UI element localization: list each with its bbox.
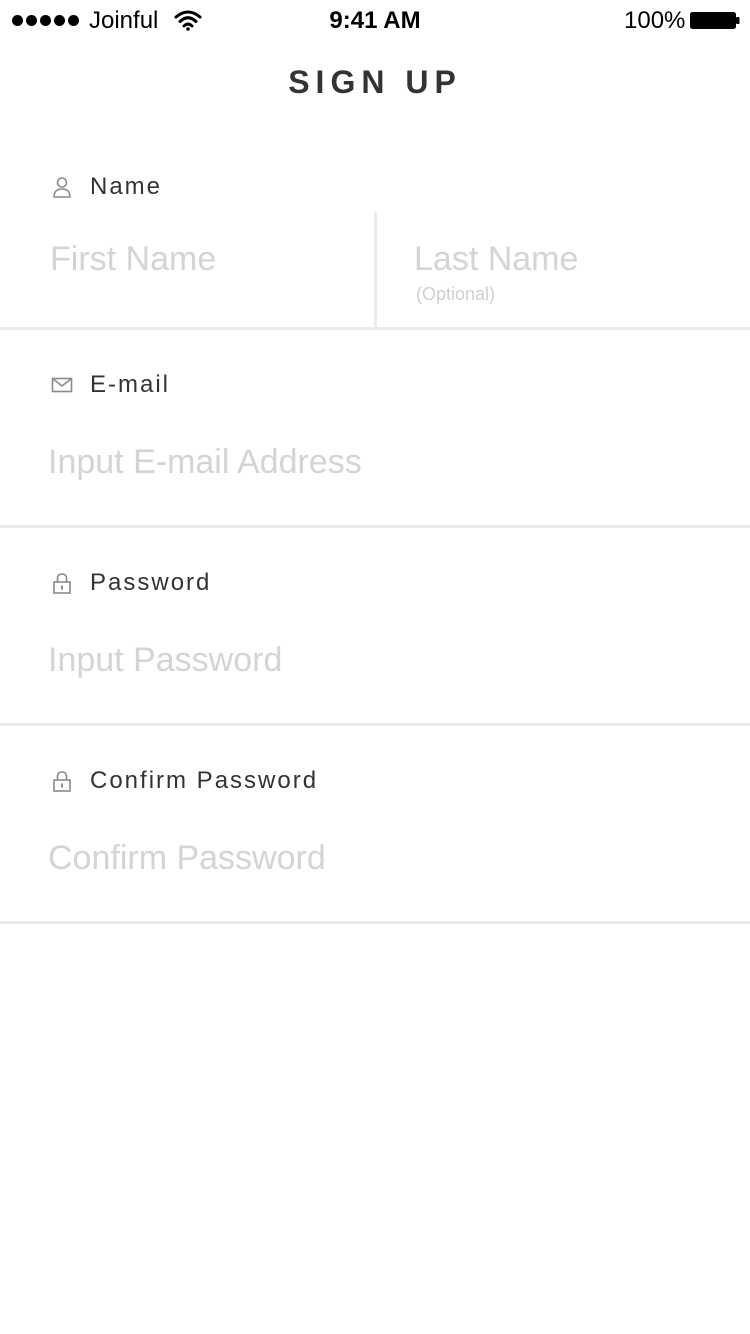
confirm-password-label: Confirm Password [90, 767, 319, 794]
password-section: Password [0, 568, 750, 726]
email-label-row: E-mail [50, 370, 170, 400]
battery-percentage: 100% [624, 7, 686, 34]
last-name-optional-hint: (Optional) [416, 284, 496, 304]
email-label: E-mail [90, 371, 171, 398]
lock-icon [53, 573, 71, 594]
lock-icon [53, 771, 71, 792]
page-title: SIGN UP [288, 64, 462, 100]
envelope-icon [51, 377, 73, 393]
name-label-row: Name [50, 172, 162, 202]
password-label-row: Password [50, 568, 211, 598]
password-label: Password [90, 569, 212, 596]
name-column-divider [374, 212, 377, 327]
name-label: Name [90, 173, 163, 200]
confirm-password-label-row: Confirm Password [50, 766, 318, 796]
confirm-password-section: Confirm Password [0, 766, 750, 924]
confirm-password-input[interactable] [48, 833, 708, 883]
battery-icon [690, 12, 740, 29]
status-bar: Joinful 9:41 AM 100% [0, 0, 750, 40]
password-input[interactable] [48, 635, 708, 685]
first-name-input[interactable] [50, 234, 360, 284]
email-input[interactable] [48, 437, 708, 487]
email-section: E-mail [0, 370, 750, 528]
last-name-input[interactable] [414, 234, 734, 284]
person-icon [53, 177, 71, 198]
